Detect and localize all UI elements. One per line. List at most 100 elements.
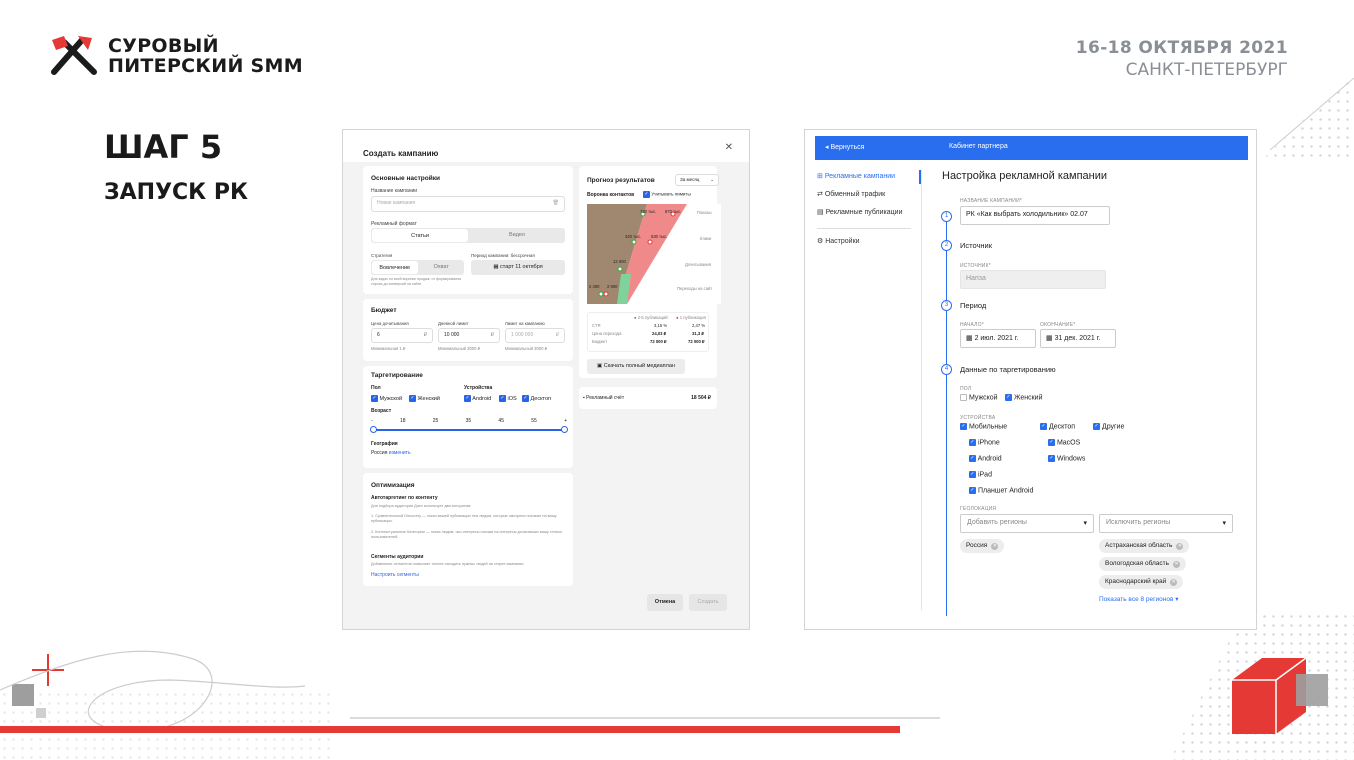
format-toggle[interactable]: Статьи Видео [371, 228, 565, 243]
add-regions-placeholder: Добавить регионы [967, 519, 1027, 526]
period-start-button[interactable]: ▦ старт 11 октября [471, 260, 565, 275]
gender-female-label: Женский [1013, 394, 1043, 402]
show-all-regions-link[interactable]: Показать все 8 регионов ▾ [1099, 595, 1179, 603]
end-date-input[interactable]: ▦ 31 дек. 2021 г. [1040, 329, 1116, 348]
sidebar-border [921, 170, 922, 610]
campaign-name-input[interactable]: РК «Как выбрать холодильник» 02.07 [960, 206, 1110, 225]
device-macos-checkbox[interactable]: ✓ MacOS [1048, 439, 1080, 446]
optimization-card: Оптимизация Автотаргетинг по контенту Дл… [363, 473, 573, 586]
close-icon[interactable]: ✕ [1170, 579, 1178, 586]
age-tick: 45 [498, 418, 504, 424]
budget-card: Бюджет Цена дочитывания 6 ₽ Минимальная 1… [363, 299, 573, 361]
strategy-label: Стратегия [371, 253, 393, 258]
sidebar-item-campaigns[interactable]: ⊞ Рекламные кампании [817, 172, 895, 180]
create-button[interactable]: Создать [689, 594, 727, 611]
ad-account-value: 18 504 ₽ [691, 395, 711, 401]
excel-icon: ▣ [597, 363, 604, 369]
ad-account-card: ▪ Рекламный счёт 18 504 ₽ [579, 387, 717, 409]
close-icon[interactable]: ✕ [725, 142, 733, 153]
account-limits-checkbox[interactable]: ✓ Учитывать лимиты [643, 191, 691, 198]
top-bar: ◂ Вернуться Кабинет партнера [815, 136, 1248, 160]
gender-female-checkbox[interactable]: ✓ Женский [1005, 394, 1042, 401]
cancel-button[interactable]: Отмена [647, 594, 683, 611]
calendar-icon: ▦ [1046, 335, 1055, 342]
device-ipad-label: iPad [977, 471, 992, 479]
row-price-key: Цена перехода [592, 331, 622, 336]
gender-female-checkbox[interactable]: ✓ Женский [409, 395, 440, 402]
strategy-engagement[interactable]: Вовлечение [372, 261, 418, 274]
gender-male-checkbox[interactable]: ✓ Мужской [371, 395, 402, 402]
step-2-marker: 2 [941, 240, 952, 251]
price-input[interactable]: 6 ₽ [371, 328, 433, 343]
sidebar-item-publications[interactable]: ▤ Рекламные публикации [817, 208, 902, 216]
format-video[interactable]: Видео [469, 228, 565, 243]
autotargeting-heading: Автотаргетинг по контенту [371, 495, 438, 501]
campaign-limit-input[interactable]: 1 000 000 ₽ [505, 328, 565, 343]
excluded-region-chip[interactable]: Вологодская область ✕ [1099, 557, 1187, 571]
age-tick: 18 [399, 418, 406, 424]
campaign-min: Минимальный 3000 ₽ [505, 346, 548, 351]
device-desktop-checkbox[interactable]: ✓ Десктоп [522, 395, 551, 402]
region-chip-label: Россия [966, 542, 988, 549]
close-icon[interactable]: ✕ [991, 543, 999, 550]
age-slider-max-handle[interactable] [561, 426, 568, 433]
device-ios-checkbox[interactable]: ✓ iOS [499, 395, 517, 402]
funnel-point [598, 291, 604, 297]
device-android-checkbox[interactable]: ✓ Android [969, 455, 1002, 462]
device-android-checkbox[interactable]: ✓ Android [464, 395, 491, 402]
device-other-checkbox[interactable]: ✓ Другие [1093, 423, 1124, 430]
campaign-name-input[interactable]: Новая кампания 🗑 [371, 196, 565, 212]
row-budget-a: 72 000 ₽ [650, 339, 667, 344]
legend-single-label: 1 публикация [679, 315, 706, 320]
age-tick: 25 [432, 418, 439, 424]
sidebar-item-exchange[interactable]: ⇄ Обменный трафик [817, 190, 885, 198]
step-1-marker: 1 [941, 211, 952, 222]
sidebar-item-settings[interactable]: ⚙ Настройки [817, 237, 860, 245]
download-mediaplan-button[interactable]: ▣ Скачать полный медиаплан [587, 359, 685, 374]
device-desktop-checkbox[interactable]: ✓ Десктоп [1040, 423, 1075, 430]
age-slider-min-handle[interactable] [370, 426, 377, 433]
device-mobile-checkbox[interactable]: ✓ Мобильные [960, 423, 1007, 430]
price-label: Цена дочитывания [371, 321, 409, 326]
format-articles[interactable]: Статьи [372, 229, 468, 242]
trash-icon[interactable]: 🗑 [553, 200, 559, 206]
device-windows-checkbox[interactable]: ✓ Windows [1048, 455, 1085, 462]
price-currency: ₽ [423, 332, 427, 338]
caret-down-icon: ▾ [1222, 520, 1226, 527]
segments-link[interactable]: Настроить сегменты [371, 572, 419, 578]
steps-line [946, 216, 947, 616]
age-slider-track[interactable] [374, 429, 566, 431]
gender-male-checkbox[interactable]: Мужской [960, 394, 998, 401]
forecast-period-select[interactable]: За месяц ⌄ [675, 174, 719, 186]
device-desktop-label: Десктоп [530, 395, 552, 402]
segments-text: Добавление сегментов позволяет точнее на… [371, 562, 524, 566]
close-icon[interactable]: ✕ [1176, 543, 1184, 550]
strategy-reach[interactable]: Охват [419, 260, 465, 275]
device-ipad-checkbox[interactable]: ✓ iPad [969, 471, 992, 478]
close-icon[interactable]: ✕ [1173, 561, 1181, 568]
device-iphone-checkbox[interactable]: ✓ iPhone [969, 439, 1000, 446]
daily-currency: ₽ [490, 332, 494, 338]
calendar-icon: ▦ [966, 335, 975, 342]
sidebar-publications-label: Рекламные публикации [825, 209, 903, 216]
exclude-regions-select[interactable]: Исключить регионы ▾ [1099, 514, 1233, 533]
start-date-input[interactable]: ▦ 2 июл. 2021 г. [960, 329, 1036, 348]
geo-change-link[interactable]: изменить [389, 450, 411, 456]
logo-line-2: ПИТЕРСКИЙ SMM [108, 55, 303, 77]
device-android-tablet-checkbox[interactable]: ✓ Планшет Android [969, 487, 1033, 494]
add-regions-select[interactable]: Добавить регионы ▾ [960, 514, 1094, 533]
funnel-point [603, 291, 609, 297]
back-button[interactable]: ◂ Вернуться [825, 143, 864, 151]
region-chip[interactable]: Россия ✕ [960, 539, 1005, 553]
excluded-region-chip[interactable]: Краснодарский край ✕ [1099, 575, 1184, 589]
funnel-label-6: Клики [700, 236, 712, 241]
axe-hammer-icon [51, 36, 97, 75]
excluded-region-chip[interactable]: Астраханская область ✕ [1099, 539, 1190, 553]
forecast-period-value: За месяц [680, 177, 700, 182]
excluded-region-label: Вологодская область [1105, 560, 1170, 567]
strategy-toggle[interactable]: Вовлечение Охват [371, 260, 464, 275]
optimization-heading: Оптимизация [371, 482, 415, 489]
source-input[interactable]: Напза [960, 270, 1106, 289]
daily-input[interactable]: 10 000 ₽ [438, 328, 500, 343]
device-windows-label: Windows [1056, 455, 1086, 463]
